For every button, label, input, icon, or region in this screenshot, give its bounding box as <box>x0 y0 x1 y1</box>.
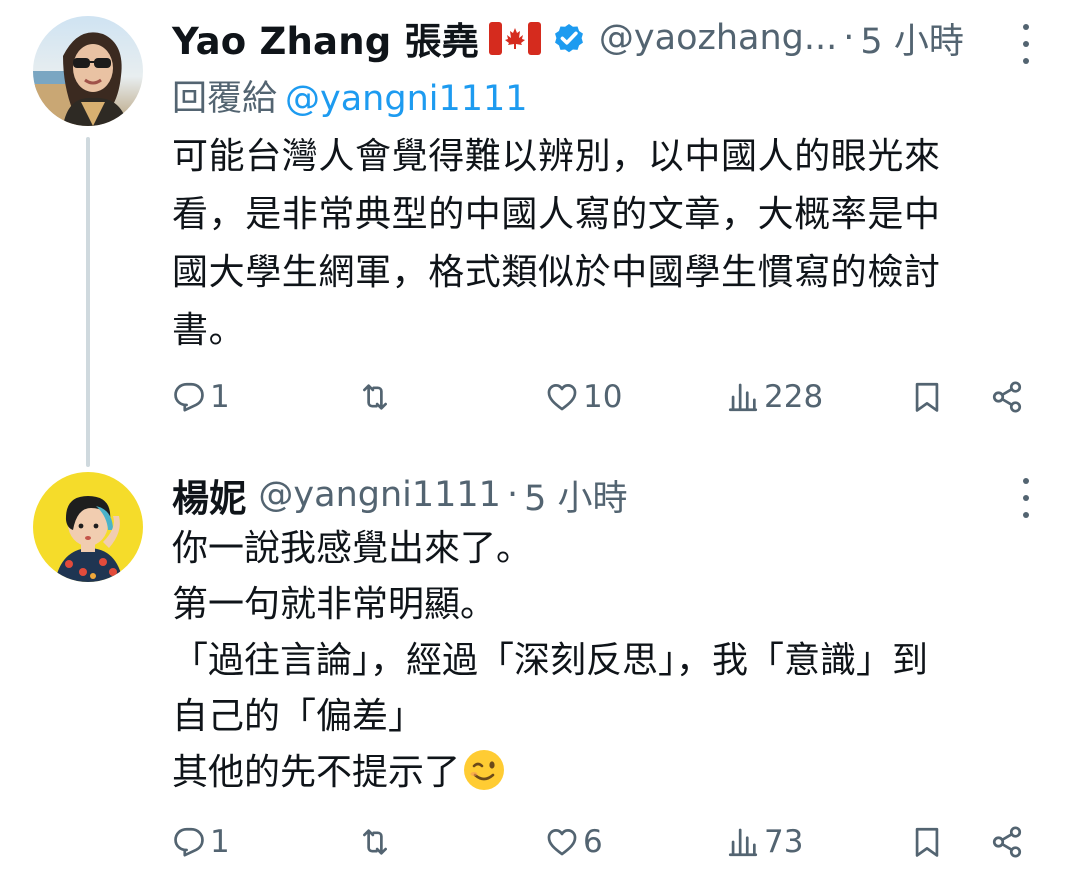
more-icon-dot <box>1023 58 1029 64</box>
like-icon <box>547 384 577 411</box>
reply-button[interactable]: 1 <box>172 817 230 867</box>
reply-button[interactable]: 1 <box>172 372 230 422</box>
like-count: 6 <box>583 824 603 860</box>
avatar-illustration <box>33 472 143 582</box>
like-count: 10 <box>583 379 623 415</box>
replying-to-label: 回覆給 <box>172 79 278 119</box>
tweet-text-line: 「過往言論」，經過「深刻反思」，我「意識」到 <box>172 640 929 681</box>
tweet-text: 你一說我感覺出來了。 第一句就非常明顯。 「過往言論」，經過「深刻反思」，我「意… <box>172 521 1042 801</box>
replying-to-mention[interactable]: @yangni1111 <box>285 79 528 119</box>
views-button[interactable]: 73 <box>726 817 803 867</box>
thread-connector-line <box>86 137 90 467</box>
tweet-timestamp[interactable]: 5 小時 <box>524 470 627 521</box>
winking-face-emoji-icon <box>464 750 505 790</box>
tweet-text-line: 第一句就非常明顯。 <box>172 584 497 625</box>
reply-icon <box>174 827 204 857</box>
display-name[interactable]: 楊妮 <box>172 468 246 522</box>
retweet-icon <box>363 384 387 410</box>
time-separator: · <box>506 475 519 515</box>
tweet-header: 楊妮 @yangni1111 · 5 小時 <box>172 468 628 522</box>
avatar-yao-zhang[interactable] <box>33 16 143 126</box>
tweet-text: 可能台灣人會覺得難以辨別，以中國人的眼光來 看，是非常典型的中國人寫的文章，大概… <box>172 128 1042 360</box>
views-icon <box>728 383 758 412</box>
canada-flag-icon <box>488 21 541 55</box>
more-icon-dot <box>1023 495 1029 501</box>
retweet-button[interactable] <box>358 372 396 422</box>
more-icon-dot <box>1023 41 1029 47</box>
author-handle[interactable]: @yaozhang... <box>599 18 837 58</box>
tweet-actions: 1 6 73 <box>172 817 1032 867</box>
bookmark-icon <box>915 382 939 412</box>
like-icon <box>547 829 577 856</box>
like-button[interactable]: 6 <box>545 817 603 867</box>
views-count: 73 <box>764 824 804 860</box>
tweet-timestamp[interactable]: 5 小時 <box>860 13 963 64</box>
tweet-text-line: 你一說我感覺出來了。 <box>172 528 533 569</box>
tweet-text-line: 書。 <box>172 310 246 351</box>
verified-badge-icon[interactable] <box>551 20 587 56</box>
replying-to: 回覆給 @yangni1111 <box>172 70 528 121</box>
bookmark-button[interactable] <box>910 372 944 422</box>
tweet-text-line: 看，是非常典型的中國人寫的文章，大概率是中 <box>172 194 941 235</box>
more-icon-dot <box>1023 478 1029 484</box>
tweet[interactable]: 楊妮 @yangni1111 · 5 小時 你一說我感覺出來了。 第一句就非常明… <box>0 455 1080 877</box>
share-button[interactable] <box>990 817 1024 867</box>
reply-count: 1 <box>210 824 230 860</box>
more-options-button[interactable] <box>1020 24 1032 64</box>
share-icon <box>992 826 1022 858</box>
views-button[interactable]: 228 <box>726 372 823 422</box>
more-icon-dot <box>1023 512 1029 518</box>
share-button[interactable] <box>990 372 1024 422</box>
bookmark-icon <box>915 827 939 857</box>
tweet-actions: 1 10 228 <box>172 372 1032 422</box>
tweet-text-line: 國大學生網軍，格式類似於中國學生慣寫的檢討 <box>172 252 941 293</box>
author-handle[interactable]: @yangni1111 <box>258 475 501 515</box>
tweet[interactable]: Yao Zhang 張堯 @yaozhang... · 5 小時 回覆給 @yan… <box>0 0 1080 467</box>
views-count: 228 <box>764 379 824 415</box>
tweet-text-line: 可能台灣人會覺得難以辨別，以中國人的眼光來 <box>172 136 941 177</box>
bookmark-button[interactable] <box>910 817 944 867</box>
display-name[interactable]: Yao Zhang 張堯 <box>172 11 479 65</box>
avatar-photo <box>33 16 143 126</box>
time-separator: · <box>843 18 855 58</box>
more-options-button[interactable] <box>1020 478 1032 518</box>
views-icon <box>728 828 758 857</box>
tweet-header: Yao Zhang 張堯 @yaozhang... · 5 小時 <box>172 11 964 65</box>
retweet-button[interactable] <box>358 817 396 867</box>
share-icon <box>992 381 1022 413</box>
retweet-icon <box>363 829 387 855</box>
reply-icon <box>174 382 204 412</box>
reply-count: 1 <box>210 379 230 415</box>
more-icon-dot <box>1023 24 1029 30</box>
tweet-text-line-with-emoji: 其他的先不提示了 <box>172 745 1042 801</box>
like-button[interactable]: 10 <box>545 372 622 422</box>
avatar-yangni[interactable] <box>33 472 143 582</box>
tweet-text-line: 自己的「偏差」 <box>172 696 425 737</box>
tweet-text-line: 其他的先不提示了 <box>172 752 461 793</box>
